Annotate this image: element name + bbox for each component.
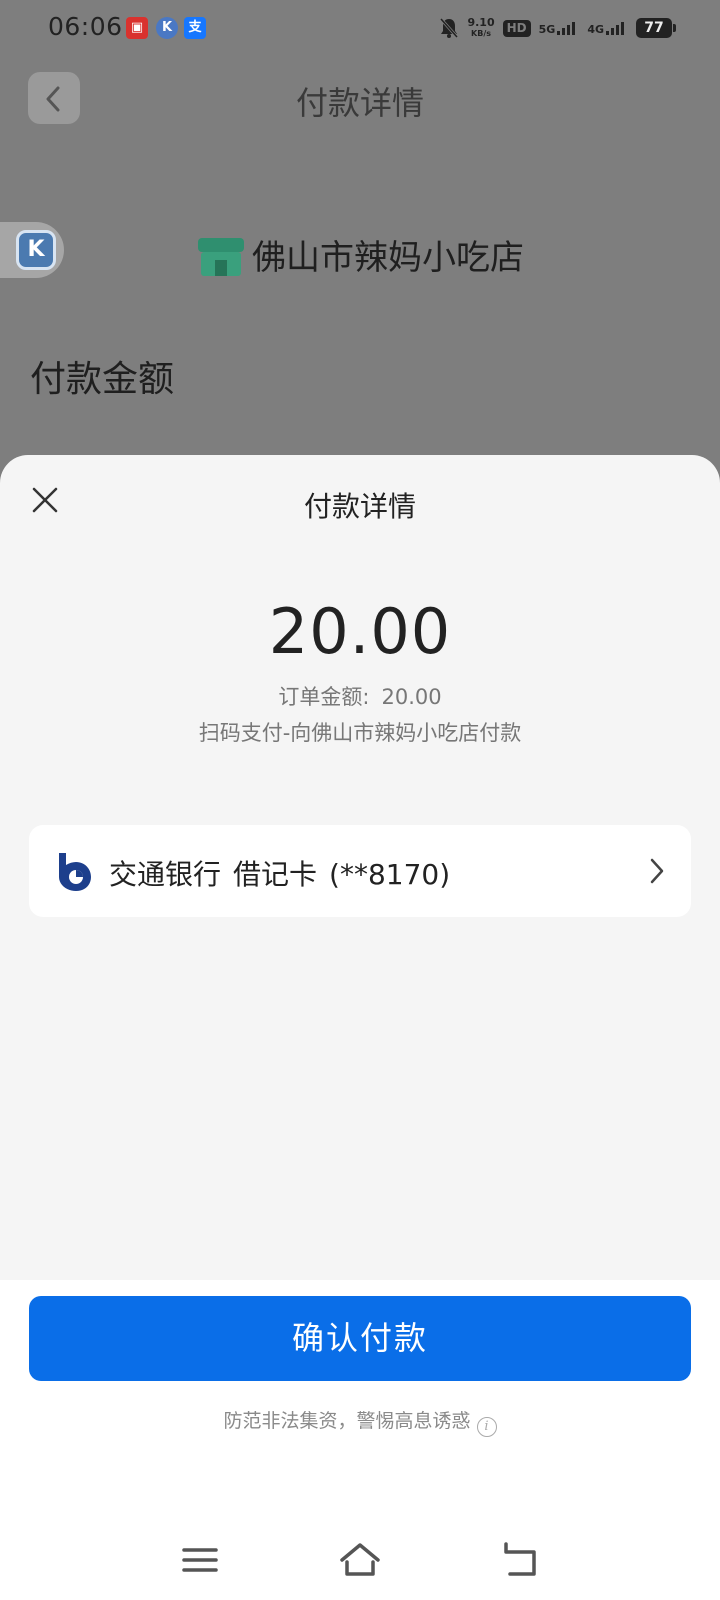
- network-speed: 9.10 KB/s: [467, 17, 494, 39]
- battery-indicator: 77: [636, 18, 676, 38]
- status-bar: 06:06 ▣ K 支 9.10 KB/s HD 5G 4G 77: [0, 0, 720, 56]
- back-icon[interactable]: [498, 1540, 542, 1580]
- risk-notice-text: 防范非法集资，警惕高息诱惑: [223, 1410, 471, 1432]
- payment-amount: 20.00: [268, 595, 452, 668]
- confirm-payment-button[interactable]: 确认付款: [29, 1296, 691, 1381]
- shop-name: 佛山市辣妈小吃店: [252, 238, 524, 278]
- network-speed-unit: KB/s: [471, 29, 492, 38]
- k-app-notification-icon: K: [156, 17, 178, 39]
- status-right-group: 9.10 KB/s HD 5G 4G 77: [439, 14, 676, 42]
- alipay-notification-icon: 支: [184, 17, 206, 39]
- system-nav-bar: [0, 1520, 720, 1600]
- card-type: 借记卡: [233, 858, 318, 891]
- signal-5g: 5G: [539, 21, 580, 35]
- mute-bell-icon: [440, 18, 459, 38]
- card-number: (**8170): [329, 858, 451, 891]
- bank-name: 交通银行: [109, 858, 222, 891]
- payment-method-text: 交通银行 借记卡 (**8170): [109, 853, 450, 893]
- order-amount-value: 20.00: [381, 685, 442, 709]
- signal-4g: 4G: [587, 21, 628, 35]
- home-icon[interactable]: [338, 1540, 382, 1580]
- signal-bars-icon: [606, 22, 624, 35]
- payment-sheet: 付款详情 20.00 订单金额: 20.00 扫码支付-向佛山市辣妈小吃店付款 交…: [0, 455, 720, 1600]
- chevron-right-icon: [650, 858, 664, 884]
- status-time: 06:06: [48, 12, 123, 41]
- network-speed-value: 9.10: [467, 16, 495, 29]
- order-amount-row: 订单金额: 20.00: [0, 681, 720, 711]
- signal-bars-icon: [557, 22, 576, 35]
- signal-5g-label: 5G: [538, 23, 556, 36]
- floating-widget[interactable]: K: [0, 222, 64, 278]
- sheet-title: 付款详情: [303, 490, 416, 523]
- payment-method-selector[interactable]: 交通银行 借记卡 (**8170): [29, 825, 691, 917]
- k-app-icon: K: [16, 230, 56, 270]
- app-notification-icon: ▣: [126, 17, 148, 39]
- payment-description: 扫码支付-向佛山市辣妈小吃店付款: [198, 721, 522, 745]
- order-amount-label: 订单金额:: [278, 685, 370, 709]
- hd-badge: HD: [502, 19, 531, 37]
- bocom-logo-icon: [59, 853, 91, 891]
- risk-notice: 防范非法集资，警惕高息诱惑 i: [0, 1406, 720, 1437]
- info-icon[interactable]: i: [476, 1417, 497, 1437]
- menu-icon[interactable]: [178, 1540, 222, 1580]
- amount-label: 付款金额: [30, 359, 175, 400]
- page-title: 付款详情: [295, 84, 424, 122]
- shop-icon: [198, 238, 244, 276]
- signal-4g-label: 4G: [587, 23, 604, 36]
